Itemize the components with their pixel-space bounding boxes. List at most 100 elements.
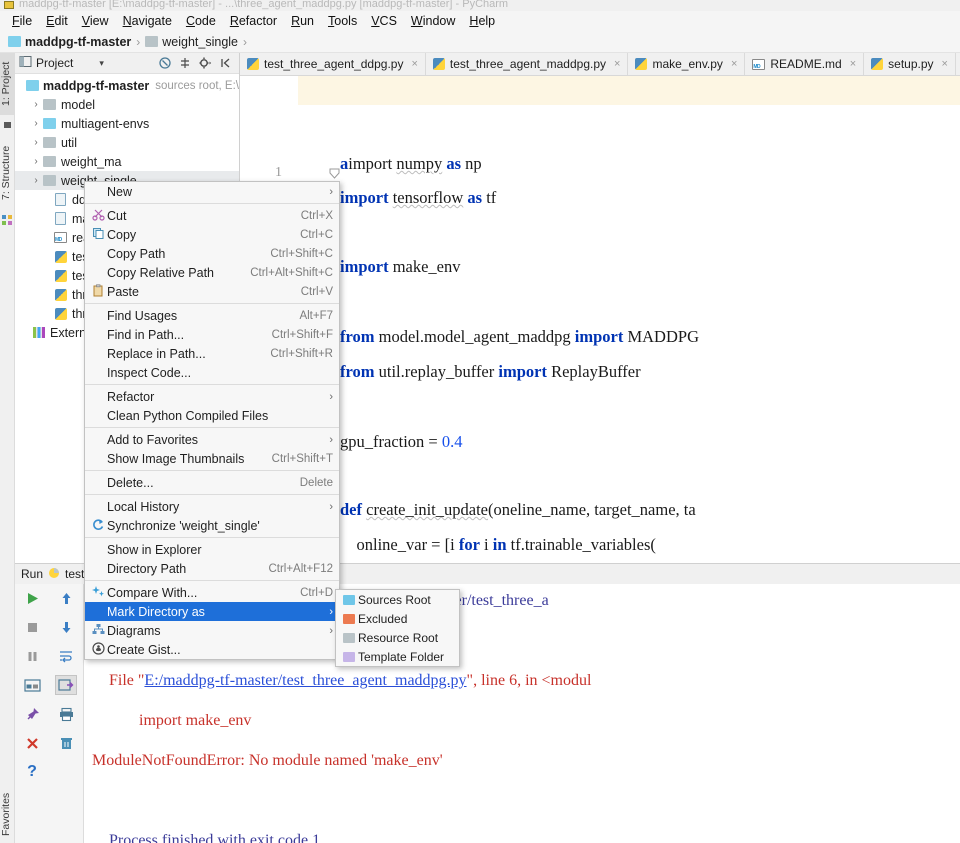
collapse-all-icon[interactable] bbox=[158, 56, 172, 70]
run-icon[interactable] bbox=[21, 588, 43, 608]
chevron-right-icon: › bbox=[329, 625, 333, 637]
menu-item-inspect-code[interactable]: Inspect Code... bbox=[85, 363, 339, 382]
pause-icon[interactable] bbox=[21, 646, 43, 666]
trash-icon[interactable] bbox=[55, 733, 77, 753]
mark-directory-as-submenu[interactable]: Sources Root Excluded Resource RootTemplat… bbox=[335, 589, 460, 667]
tree-item-multiagent-envs[interactable]: ›multiagent-envs bbox=[15, 114, 239, 133]
editor-tab-test_three_agent_maddpg.py[interactable]: test_three_agent_maddpg.py × bbox=[426, 53, 629, 75]
menu-item-refactor[interactable]: Refactor› bbox=[85, 387, 339, 406]
menu-item-vcs[interactable]: VCS bbox=[364, 12, 404, 30]
submenu-item-label: Excluded bbox=[358, 612, 453, 626]
tree-item-model[interactable]: ›model bbox=[15, 95, 239, 114]
menu-item-navigate[interactable]: Navigate bbox=[116, 12, 179, 30]
menu-item-find-usages[interactable]: Find UsagesAlt+F7 bbox=[85, 306, 339, 325]
tree-item-util[interactable]: ›util bbox=[15, 133, 239, 152]
menu-item-delete[interactable]: Delete...Delete bbox=[85, 473, 339, 492]
breadcrumb-item-maddpg-tf-master[interactable]: maddpg-tf-master bbox=[8, 35, 131, 49]
submenu-item-resource-root[interactable]: Resource Root bbox=[336, 628, 459, 647]
menu-item-local-history[interactable]: Local History› bbox=[85, 497, 339, 516]
down-arrow-icon[interactable] bbox=[55, 617, 77, 637]
hide-panel-icon[interactable] bbox=[218, 56, 232, 70]
console-file-link[interactable]: E:/maddpg-tf-master/test_three_agent_mad… bbox=[144, 672, 466, 689]
tree-item-icon bbox=[53, 232, 68, 243]
menu-item-edit[interactable]: Edit bbox=[39, 12, 75, 30]
sidebar-item-project[interactable]: 1: Project bbox=[0, 53, 15, 115]
context-menu[interactable]: New›CutCtrl+XCopyCtrl+CCopy PathCtrl+Shi… bbox=[84, 181, 340, 660]
console-icon[interactable] bbox=[21, 675, 43, 695]
help-icon[interactable]: ? bbox=[21, 762, 43, 782]
tree-item-maddpg-tf-master[interactable]: maddpg-tf-mastersources root, E:\ bbox=[15, 76, 239, 95]
up-arrow-icon[interactable] bbox=[55, 588, 77, 608]
editor-tab-label: test_three_agent_maddpg.py bbox=[450, 57, 606, 71]
menu-item-cut[interactable]: CutCtrl+X bbox=[85, 206, 339, 225]
menu-item-show-image-thumbnails[interactable]: Show Image ThumbnailsCtrl+Shift+T bbox=[85, 449, 339, 468]
menu-item-view[interactable]: View bbox=[75, 12, 116, 30]
expand-all-icon[interactable] bbox=[178, 56, 192, 70]
menu-item-compare-with[interactable]: Compare With...Ctrl+D bbox=[85, 583, 339, 602]
submenu-item-template-folder[interactable]: Template Folder bbox=[336, 647, 459, 666]
python-icon bbox=[871, 58, 883, 70]
editor-tab-README.md[interactable]: README.md× bbox=[745, 53, 864, 75]
submenu-item-excluded[interactable]: Excluded bbox=[336, 609, 459, 628]
menu-item-replace-in-path[interactable]: Replace in Path...Ctrl+Shift+R bbox=[85, 344, 339, 363]
menu-item-code[interactable]: Code bbox=[179, 12, 223, 30]
pin-icon[interactable] bbox=[21, 704, 43, 724]
breadcrumb-item-weight_single[interactable]: weight_single bbox=[145, 35, 238, 49]
menu-item-copy-path[interactable]: Copy PathCtrl+Shift+C bbox=[85, 244, 339, 263]
chevron-right-icon[interactable]: › bbox=[30, 175, 42, 186]
editor-tab-make_env.py[interactable]: make_env.py× bbox=[628, 53, 745, 75]
chevron-down-icon[interactable]: ▾ bbox=[99, 58, 104, 69]
menu-item-tools[interactable]: Tools bbox=[321, 12, 364, 30]
tree-item-label: maddpg-tf-master bbox=[43, 79, 149, 93]
editor-tab-setup.py[interactable]: setup.py× bbox=[864, 53, 956, 75]
editor-tab-_in[interactable]: _in bbox=[956, 53, 960, 75]
sidebar-item-structure[interactable]: 7: Structure bbox=[0, 135, 15, 211]
menu-item-file[interactable]: File bbox=[5, 12, 39, 30]
menu-item-window[interactable]: Window bbox=[404, 12, 462, 30]
python-icon bbox=[247, 58, 259, 70]
menu-item-find-in-path[interactable]: Find in Path...Ctrl+Shift+F bbox=[85, 325, 339, 344]
code-fold-icon[interactable] bbox=[329, 168, 340, 179]
menu-item-mark-directory-as[interactable]: Mark Directory as› bbox=[85, 602, 339, 621]
menu-item-show-in-explorer[interactable]: Show in Explorer bbox=[85, 540, 339, 559]
menu-item-label: New bbox=[107, 185, 319, 199]
close-tab-icon[interactable]: × bbox=[850, 58, 856, 70]
scroll-to-end-icon[interactable] bbox=[55, 675, 77, 695]
chevron-right-icon[interactable]: › bbox=[30, 99, 42, 110]
menu-item-refactor[interactable]: Refactor bbox=[223, 12, 284, 30]
menu-item-copy-relative-path[interactable]: Copy Relative PathCtrl+Alt+Shift+C bbox=[85, 263, 339, 282]
menu-item-directory-path[interactable]: Directory PathCtrl+Alt+F12 bbox=[85, 559, 339, 578]
chevron-right-icon[interactable]: › bbox=[30, 137, 42, 148]
menu-item-create-gist[interactable]: Create Gist... bbox=[85, 640, 339, 659]
menu-item-paste[interactable]: PasteCtrl+V bbox=[85, 282, 339, 301]
code-editor[interactable]: 123 aimport numpy as npimport tensorflow… bbox=[240, 76, 960, 563]
menu-item-help[interactable]: Help bbox=[462, 12, 502, 30]
settings-gear-icon[interactable] bbox=[198, 56, 212, 70]
sidebar-item-favorites[interactable]: Favorites bbox=[0, 783, 15, 843]
close-tab-icon[interactable]: × bbox=[731, 58, 737, 70]
menu-item-copy[interactable]: CopyCtrl+C bbox=[85, 225, 339, 244]
menu-item-label: Find Usages bbox=[107, 309, 285, 323]
stop-icon[interactable] bbox=[21, 617, 43, 637]
chevron-right-icon[interactable]: › bbox=[30, 156, 42, 167]
copy-icon bbox=[92, 227, 105, 243]
soft-wrap-icon[interactable] bbox=[55, 646, 77, 666]
chevron-right-icon[interactable]: › bbox=[30, 118, 42, 129]
editor-tab-test_three_agent_ddpg.py[interactable]: test_three_agent_ddpg.py× bbox=[240, 53, 426, 75]
left-tool-strip: 1: Project 7: Structure Favorites bbox=[0, 53, 15, 843]
submenu-item-sources-root[interactable]: Sources Root bbox=[336, 590, 459, 609]
menu-item-add-to-favorites[interactable]: Add to Favorites› bbox=[85, 430, 339, 449]
close-tab-icon[interactable]: × bbox=[614, 58, 620, 70]
close-icon[interactable] bbox=[21, 733, 43, 753]
tree-item-weight_ma[interactable]: ›weight_ma bbox=[15, 152, 239, 171]
menu-item-clean-python-compiled-files[interactable]: Clean Python Compiled Files bbox=[85, 406, 339, 425]
print-icon[interactable] bbox=[55, 704, 77, 724]
close-tab-icon[interactable]: × bbox=[942, 58, 948, 70]
menu-item-icon bbox=[89, 642, 107, 658]
library-icon bbox=[33, 327, 45, 338]
menu-item-new[interactable]: New› bbox=[85, 182, 339, 201]
menu-item-diagrams[interactable]: Diagrams› bbox=[85, 621, 339, 640]
menu-item-synchronize-weight-single[interactable]: Synchronize 'weight_single' bbox=[85, 516, 339, 535]
menu-item-run[interactable]: Run bbox=[284, 12, 321, 30]
close-tab-icon[interactable]: × bbox=[411, 58, 417, 70]
